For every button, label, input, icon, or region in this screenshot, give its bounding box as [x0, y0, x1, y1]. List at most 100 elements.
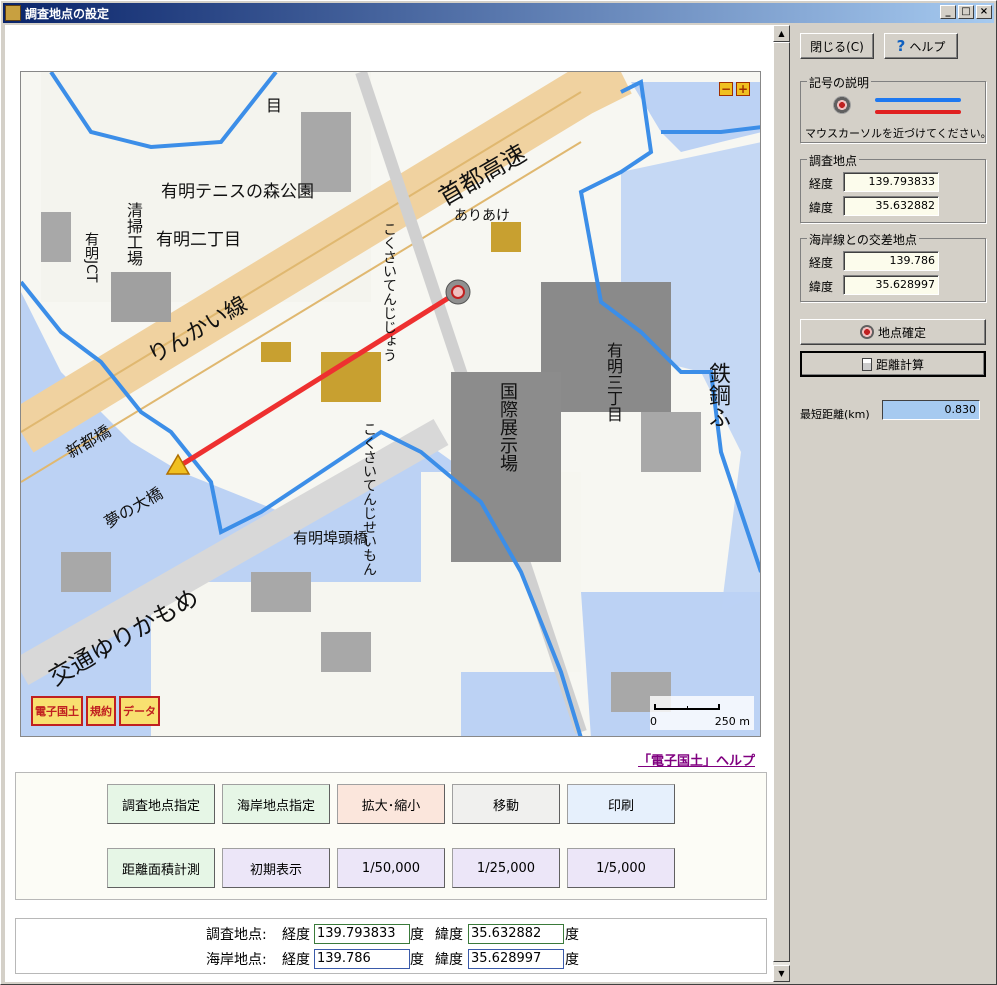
side-panel: 閉じる(C) ? ヘルプ 記号の説明 マウスカーソルを近づけてください。 調査地…	[794, 25, 994, 982]
survey-point-marker-center	[451, 285, 465, 299]
legend-title: 記号の説明	[807, 74, 872, 91]
denshi-kokudo-badge[interactable]: 電子国土	[31, 696, 83, 726]
data-badge[interactable]: データ	[119, 696, 160, 726]
station-building-2	[491, 222, 521, 252]
minimize-button[interactable]: _	[940, 5, 956, 19]
coast-group-title: 海岸線との交差地点	[807, 231, 919, 248]
measure-button[interactable]: 距離面積計測	[107, 848, 215, 888]
initial-view-button[interactable]: 初期表示	[222, 848, 330, 888]
set-coast-point-button[interactable]: 海岸地点指定	[222, 784, 330, 824]
map-label-jct: 有明JCT	[83, 232, 99, 283]
calc-distance-label: 距離計算	[875, 357, 924, 372]
move-button[interactable]: 移動	[452, 784, 560, 824]
legend-blue-line	[875, 98, 961, 102]
survey-point-group: 調査地点 経度 139.793833 緯度 35.632882	[800, 152, 986, 223]
scroll-thumb[interactable]	[773, 42, 790, 962]
scroll-down-button[interactable]: ▼	[773, 965, 790, 982]
map-label-kokusai-station: こくさいてんじじょう	[381, 222, 397, 362]
map-label-tekko: 鉄鋼ふ	[705, 362, 730, 428]
building	[641, 412, 701, 472]
coast-lat-label: 緯度	[435, 952, 463, 968]
vertical-scrollbar[interactable]: ▲ ▼	[773, 25, 790, 982]
distance-value-field[interactable]: 0.830	[882, 400, 980, 420]
calc-distance-button[interactable]: 距離計算	[800, 351, 986, 377]
scale-zero: 0	[650, 715, 657, 728]
print-button[interactable]: 印刷	[567, 784, 675, 824]
legend-hint: マウスカーソルを近づけてください。	[805, 127, 992, 140]
coast-lon-field[interactable]: 139.786	[314, 949, 410, 969]
confirm-point-label: 地点確定	[877, 325, 926, 340]
target-icon	[833, 96, 851, 114]
set-survey-point-button[interactable]: 調査地点指定	[107, 784, 215, 824]
side-coast-lat-field[interactable]: 35.628997	[843, 275, 939, 295]
side-coast-lat-label: 緯度	[809, 280, 834, 294]
legend-red-line	[875, 110, 961, 114]
denshi-kokudo-help-link[interactable]: 「電子国土」ヘルプ	[638, 750, 755, 769]
side-coast-lon-label: 経度	[809, 256, 834, 270]
map-label-kokusai-seimon: こくさいてんじせいもん	[361, 422, 377, 576]
side-lon-label: 経度	[809, 177, 834, 191]
map-label-ariake-station: ありあけ	[454, 208, 510, 224]
target-icon	[859, 325, 874, 339]
survey-lon-field[interactable]: 139.793833	[314, 924, 410, 944]
app-icon	[5, 5, 21, 21]
coast-lon-unit: 度	[410, 952, 424, 968]
scale-label: 250 m	[714, 715, 750, 728]
maximize-button[interactable]: □	[958, 5, 974, 19]
scale-25000-button[interactable]: 1/25,000	[452, 848, 560, 888]
help-button-label: ヘルプ	[909, 39, 946, 54]
title-bar: 調査地点の設定 _ □ ×	[3, 3, 994, 23]
calculator-icon	[861, 357, 872, 371]
building	[61, 552, 111, 592]
building	[111, 272, 171, 322]
survey-coord-label: 調査地点:	[206, 927, 267, 943]
close-button-label: 閉じる(C)	[810, 39, 864, 54]
map-label-chome: 目	[266, 96, 283, 115]
zoom-out-button[interactable]: −	[719, 82, 733, 96]
zoom-button[interactable]: 拡大･縮小	[337, 784, 445, 824]
map-label-ariake3: 有明三丁目	[604, 342, 623, 422]
legend-group: 記号の説明 マウスカーソルを近づけてください。	[800, 74, 992, 143]
coordinate-panel: 調査地点: 経度 139.793833 度 緯度 35.632882 度 海岸地…	[15, 918, 767, 974]
map-label-factory: 清掃工場	[124, 202, 143, 266]
map-view[interactable]: 有明テニスの森公園 有明二丁目 ありあけ 有明三丁目 清掃工場 有明JCT 国際…	[20, 71, 761, 737]
distance-label: 最短距離(km)	[800, 408, 870, 421]
side-coast-lon-field[interactable]: 139.786	[843, 251, 939, 271]
building	[321, 632, 371, 672]
survey-lon-label: 経度	[282, 927, 310, 943]
station-building-3	[261, 342, 291, 362]
zoom-in-button[interactable]: +	[736, 82, 750, 96]
main-content: 有明テニスの森公園 有明二丁目 ありあけ 有明三丁目 清掃工場 有明JCT 国際…	[5, 25, 773, 982]
survey-lon-unit: 度	[410, 927, 424, 943]
coast-lon-label: 経度	[282, 952, 310, 968]
help-icon: ?	[896, 37, 906, 55]
building	[41, 212, 71, 262]
survey-lat-field[interactable]: 35.632882	[468, 924, 564, 944]
close-window-button[interactable]: ×	[976, 5, 992, 19]
coast-point-group: 海岸線との交差地点 経度 139.786 緯度 35.628997	[800, 231, 986, 302]
close-button[interactable]: 閉じる(C)	[800, 33, 874, 59]
map-label-park: 有明テニスの森公園	[161, 182, 314, 202]
coast-lat-field[interactable]: 35.628997	[468, 949, 564, 969]
survey-group-title: 調査地点	[807, 152, 860, 169]
window-title: 調査地点の設定	[25, 6, 110, 21]
map-label-hall: 国際展示場	[497, 382, 518, 472]
help-button[interactable]: ? ヘルプ	[884, 33, 958, 59]
scale-50000-button[interactable]: 1/50,000	[337, 848, 445, 888]
survey-lat-label: 緯度	[435, 927, 463, 943]
side-survey-lon-field[interactable]: 139.793833	[843, 172, 939, 192]
scale-bar: 0 250 m	[650, 696, 754, 730]
terms-badge[interactable]: 規約	[86, 696, 116, 726]
map-label-ariake-pier-bridge: 有明埠頭橋	[293, 529, 369, 547]
building	[251, 572, 311, 612]
app-window: 調査地点の設定 _ □ × 有明テニスの森公園 有明二丁目 ありあけ 有明三丁目…	[0, 0, 997, 985]
side-survey-lat-field[interactable]: 35.632882	[843, 196, 939, 216]
scale-5000-button[interactable]: 1/5,000	[567, 848, 675, 888]
coast-coord-label: 海岸地点:	[206, 952, 267, 968]
map-label-ariake2: 有明二丁目	[156, 230, 241, 250]
scroll-up-button[interactable]: ▲	[773, 25, 790, 42]
coast-lat-unit: 度	[565, 952, 579, 968]
survey-lat-unit: 度	[565, 927, 579, 943]
map-control-panel: 調査地点指定 海岸地点指定 拡大･縮小 移動 印刷 距離面積計測 初期表示 1/…	[15, 772, 767, 900]
confirm-point-button[interactable]: 地点確定	[800, 319, 986, 345]
